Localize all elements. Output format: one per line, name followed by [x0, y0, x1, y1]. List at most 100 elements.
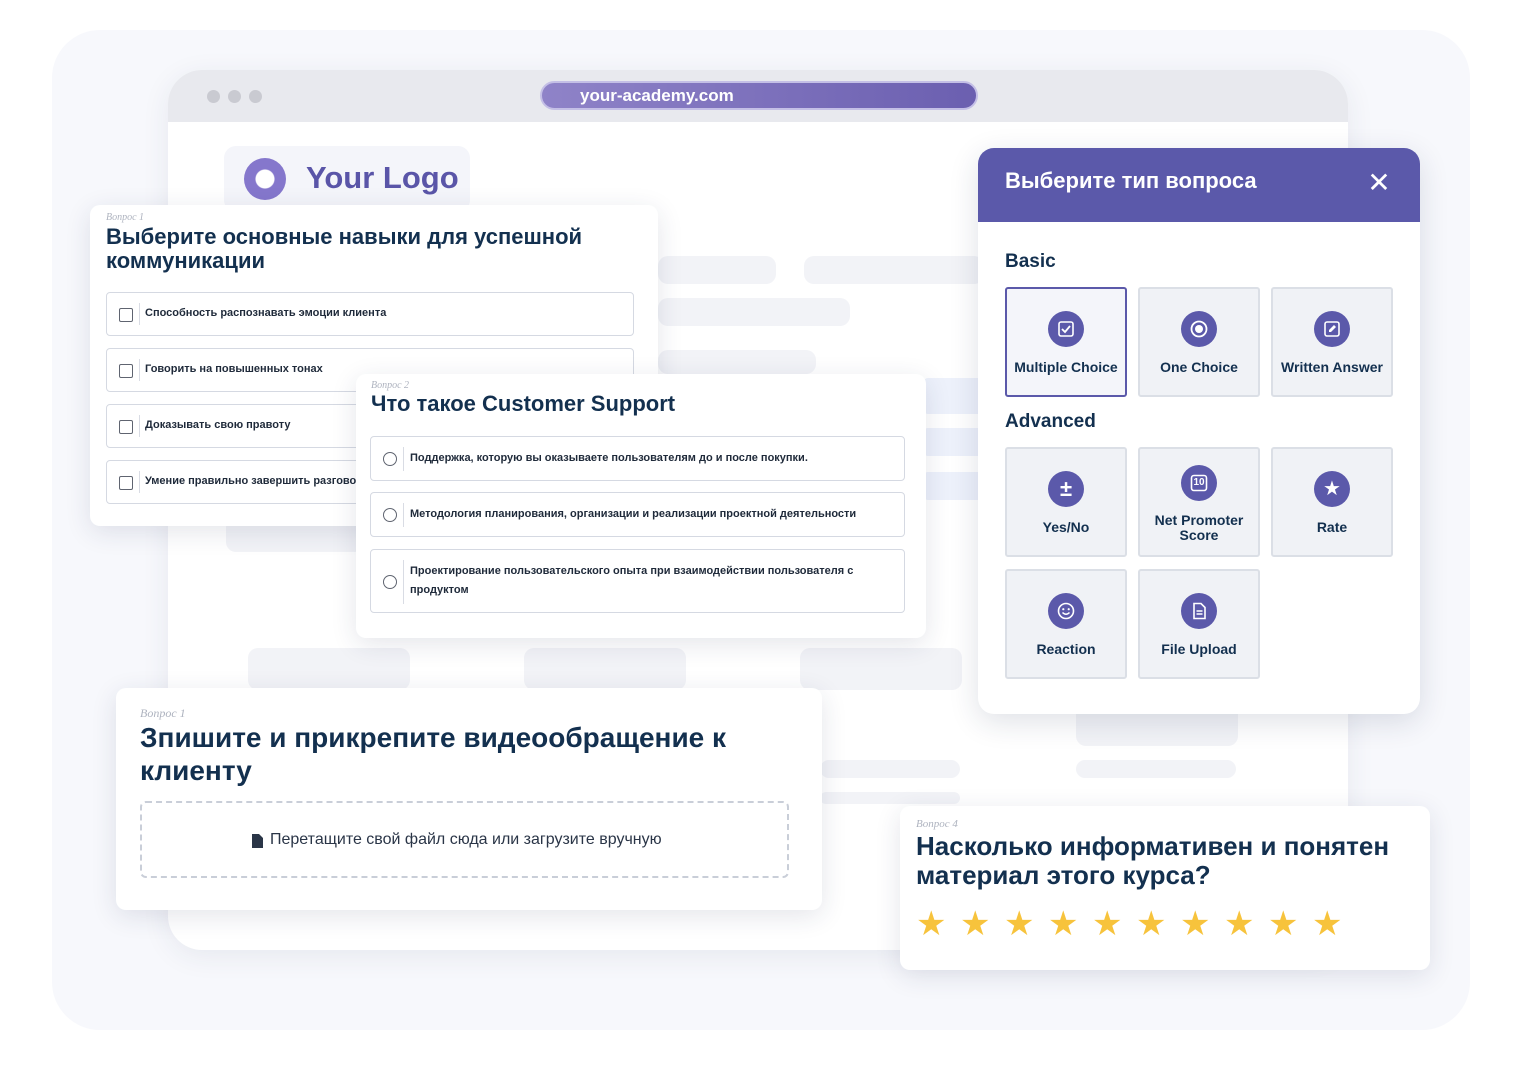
close-icon[interactable]: ✕: [1364, 168, 1394, 198]
radio-icon: [1181, 311, 1217, 347]
question-number: Вопрос 1: [140, 706, 186, 720]
logo-text: Your Logo: [306, 160, 459, 195]
option-label: Умение правильно завершить разговор: [145, 475, 363, 487]
tile-label-line: Score: [1179, 527, 1219, 543]
divider: [403, 503, 404, 527]
file-icon: [252, 834, 263, 848]
type-net-promoter-score[interactable]: 10 Net Promoter Score: [1138, 447, 1260, 557]
pencil-icon: [1314, 311, 1350, 347]
tile-label: One Choice: [1160, 359, 1238, 375]
radio-option[interactable]: Проектирование пользовательского опыта п…: [370, 549, 905, 613]
radio-option[interactable]: Поддержка, которую вы оказываете пользов…: [370, 436, 905, 481]
placeholder-bar: [804, 256, 984, 284]
type-rate[interactable]: ★ Rate: [1271, 447, 1393, 557]
address-bar[interactable]: your-academy.com: [540, 81, 978, 110]
option-label: Доказывать свою правоту: [145, 419, 291, 431]
star-icon: ★: [1314, 471, 1350, 507]
question-number: Вопрос 4: [916, 818, 958, 830]
rating-star-3[interactable]: ★: [1004, 907, 1038, 941]
question-title-line: Насколько информативен и понятен: [916, 831, 1390, 861]
rating-star-2[interactable]: ★: [960, 907, 994, 941]
rating-star-4[interactable]: ★: [1048, 907, 1082, 941]
rating-star-10[interactable]: ★: [1312, 907, 1346, 941]
rating-star-7[interactable]: ★: [1180, 907, 1214, 941]
question-title: Насколько информативен и понятен материа…: [916, 832, 1389, 890]
type-written-answer[interactable]: Written Answer: [1271, 287, 1393, 397]
divider: [139, 359, 140, 381]
radio-button[interactable]: [383, 452, 397, 466]
divider: [403, 560, 404, 604]
browser-toolbar: your-academy.com: [168, 70, 1348, 122]
option-label: Методология планирования, организации и …: [410, 508, 857, 520]
logo[interactable]: Your Logo: [224, 146, 470, 212]
radio-button[interactable]: [383, 575, 397, 589]
question-type-modal: Выберите тип вопроса ✕ Basic Multiple Ch…: [978, 148, 1420, 714]
question-title-line: Зпишите и прикрепите видеообращение к: [140, 722, 727, 753]
question-title: Зпишите и прикрепите видеообращение к кл…: [140, 721, 726, 787]
rating-star-9[interactable]: ★: [1268, 907, 1302, 941]
checkbox[interactable]: [119, 308, 133, 322]
smile-icon: [1048, 593, 1084, 629]
tile-label: Rate: [1316, 519, 1348, 535]
divider: [403, 447, 404, 471]
checkbox[interactable]: [119, 420, 133, 434]
placeholder-bar: [1076, 760, 1236, 778]
type-reaction[interactable]: Reaction: [1005, 569, 1127, 679]
window-dot-minimize[interactable]: [228, 90, 241, 103]
placeholder-block: [248, 648, 410, 690]
placeholder-block: [800, 648, 962, 690]
rating-star-6[interactable]: ★: [1136, 907, 1170, 941]
checkbox-option[interactable]: Способность распознавать эмоции клиента: [106, 292, 634, 336]
section-basic-label: Basic: [1005, 251, 1056, 272]
placeholder-bar: [820, 792, 960, 804]
question-title-line: клиенту: [140, 755, 252, 786]
file-dropzone[interactable]: Перетащите свой файл сюда или загрузите …: [140, 801, 789, 878]
tile-label: Reaction: [1036, 641, 1096, 657]
placeholder-block: [924, 378, 984, 414]
question-title-line: материал этого курса?: [916, 860, 1211, 890]
divider: [139, 471, 140, 493]
placeholder-bar: [820, 760, 960, 778]
checkbox[interactable]: [119, 476, 133, 490]
question-number: Вопрос 2: [371, 380, 410, 391]
placeholder-bar: [658, 298, 850, 326]
type-one-choice[interactable]: One Choice: [1138, 287, 1260, 397]
placeholder-bar: [658, 256, 776, 284]
rating-star-1[interactable]: ★: [916, 907, 950, 941]
divider: [139, 415, 140, 437]
rating-star-8[interactable]: ★: [1224, 907, 1258, 941]
option-label: Способность распознавать эмоции клиента: [145, 307, 387, 319]
checkbox[interactable]: [119, 364, 133, 378]
checkbox-icon: [1048, 311, 1084, 347]
option-label: Проектирование пользовательского опыта п…: [410, 565, 854, 596]
placeholder-block: [924, 428, 984, 456]
divider: [139, 303, 140, 325]
placeholder-block: [524, 648, 686, 690]
window-dot-close[interactable]: [207, 90, 220, 103]
window-dot-maximize[interactable]: [249, 90, 262, 103]
radio-button[interactable]: [383, 508, 397, 522]
modal-header: Выберите тип вопроса ✕: [978, 148, 1420, 222]
tile-label: Net Promoter Score: [1144, 513, 1254, 543]
radio-option[interactable]: Методология планирования, организации и …: [370, 492, 905, 537]
type-multiple-choice[interactable]: Multiple Choice: [1005, 287, 1127, 397]
dropzone-text: Перетащите свой файл сюда или загрузите …: [270, 831, 662, 848]
question-card-2: Вопрос 2 Что такое Customer Support Подд…: [356, 374, 926, 638]
section-advanced-label: Advanced: [1005, 411, 1096, 432]
nps-icon-number: 10: [1193, 477, 1205, 488]
tile-label: File Upload: [1161, 641, 1237, 657]
type-file-upload[interactable]: File Upload: [1138, 569, 1260, 679]
logo-icon: [244, 158, 286, 200]
file-icon: [1181, 593, 1217, 629]
placeholder-block: [924, 472, 984, 500]
option-label: Поддержка, которую вы оказываете пользов…: [410, 452, 808, 464]
type-yes-no[interactable]: ± Yes/No: [1005, 447, 1127, 557]
question-title: Выберите основные навыки для успешной ко…: [106, 224, 582, 273]
option-label: Говорить на повышенных тонах: [145, 363, 323, 375]
question-number: Вопрос 1: [106, 212, 145, 223]
rating-star-5[interactable]: ★: [1092, 907, 1126, 941]
tile-label: Written Answer: [1281, 359, 1383, 375]
tile-label-line: Net Promoter: [1154, 512, 1244, 528]
nps-icon: 10: [1181, 465, 1217, 501]
placeholder-bar: [658, 350, 816, 374]
